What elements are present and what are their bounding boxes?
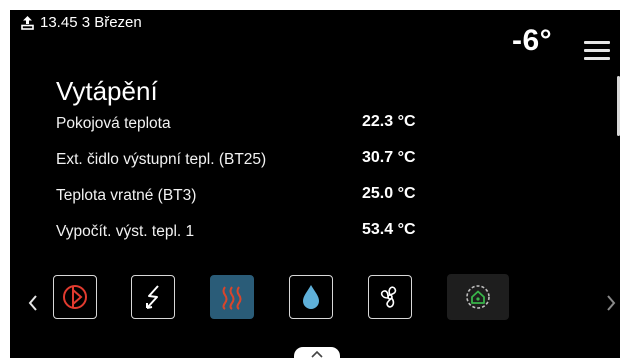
hot-water-icon[interactable] xyxy=(289,275,333,319)
smart-home-cycle-icon[interactable] xyxy=(447,274,509,320)
reading-label: Pokojová teplota xyxy=(56,115,171,132)
reading-value: 22.3 °C xyxy=(362,113,416,130)
upload-icon xyxy=(21,15,34,30)
hamburger-menu-icon[interactable] xyxy=(584,40,610,62)
chevron-left-icon[interactable] xyxy=(26,292,40,314)
date-time: 13.45 3 Březen xyxy=(40,14,142,31)
page-title: Vytápění xyxy=(56,76,158,106)
reading-label: Ext. čidlo výstupní tepl. (BT25) xyxy=(56,151,267,168)
power-operating-mode-icon[interactable] xyxy=(53,275,97,319)
status-bar: 13.45 3 Březen xyxy=(21,14,142,31)
reading-row: Ext. čidlo výstupní tepl. (BT25) 30.7 °C xyxy=(56,149,476,179)
device-screen: 13.45 3 Březen -6° Vytápění Pokojová tep… xyxy=(10,10,620,358)
scrollbar[interactable] xyxy=(617,76,620,136)
reading-value: 30.7 °C xyxy=(362,149,416,166)
chevron-right-icon[interactable] xyxy=(604,292,618,314)
reading-row: Teplota vratné (BT3) 25.0 °C xyxy=(56,185,476,215)
electric-addition-icon[interactable] xyxy=(131,275,175,319)
reading-row: Vypočít. výst. tepl. 1 53.4 °C xyxy=(56,221,476,251)
outdoor-temperature: -6° xyxy=(512,24,553,57)
reading-label: Vypočít. výst. tepl. 1 xyxy=(56,223,195,240)
reading-value: 25.0 °C xyxy=(362,185,416,202)
chevron-up-icon[interactable] xyxy=(294,347,340,358)
reading-label: Teplota vratné (BT3) xyxy=(56,187,197,204)
reading-value: 53.4 °C xyxy=(362,221,416,238)
ventilation-fan-icon[interactable] xyxy=(368,275,412,319)
heating-icon[interactable] xyxy=(210,275,254,319)
reading-row: Pokojová teplota 22.3 °C xyxy=(56,113,476,143)
